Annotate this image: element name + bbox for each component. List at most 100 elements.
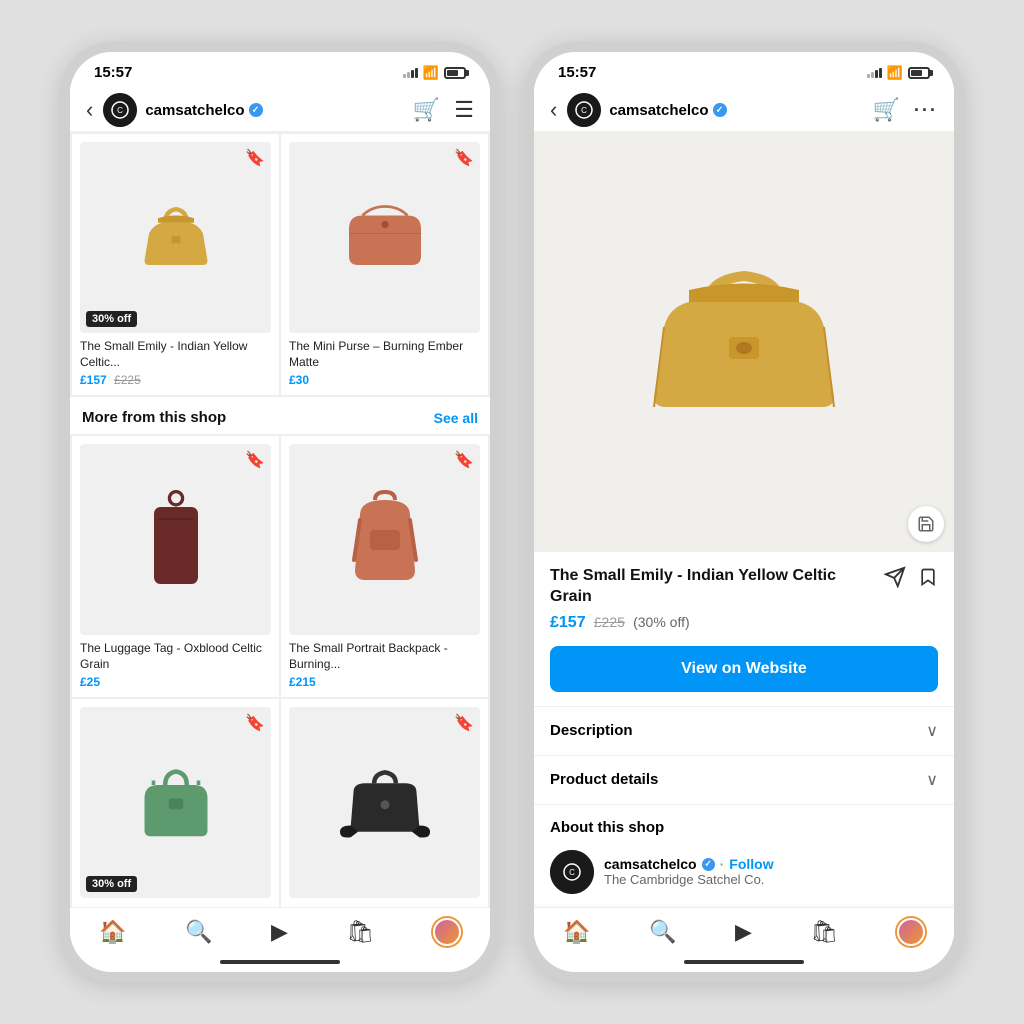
- left-phone: 15:57 📶 ‹ C: [60, 42, 500, 982]
- product-card-1[interactable]: 30% off 🔖 The Small Emily - Indian Yello…: [72, 134, 279, 395]
- follow-button[interactable]: Follow: [729, 856, 773, 872]
- product-image-4: [289, 444, 480, 635]
- nav-profile-right[interactable]: [897, 918, 925, 946]
- view-website-button[interactable]: View on Website: [550, 646, 938, 692]
- product-price-2: £30: [289, 373, 480, 387]
- verified-badge-left: [249, 103, 263, 117]
- detail-info: The Small Emily - Indian Yellow Celtic G…: [534, 552, 954, 706]
- product-details-section: Product details ∨: [534, 755, 954, 804]
- shop-name-row: camsatchelco · Follow: [604, 856, 938, 872]
- product-card-6[interactable]: 🔖: [281, 699, 488, 907]
- product-image-wrap-6: 🔖: [289, 707, 480, 898]
- bottom-nav-left: 🏠 🔍 ▶ 🛍: [70, 907, 490, 952]
- shop-avatar: C: [550, 850, 594, 894]
- featured-products: 30% off 🔖 The Small Emily - Indian Yello…: [70, 132, 490, 397]
- send-icon[interactable]: [884, 566, 906, 594]
- username-right: camsatchelco: [609, 102, 872, 119]
- product-image-5: [80, 707, 271, 898]
- more-section-title: More from this shop: [82, 409, 226, 426]
- nav-shop-right[interactable]: 🛍: [810, 919, 838, 945]
- nav-actions-right: 🛒 ···: [873, 97, 938, 123]
- shop-row: C camsatchelco · Follow The Cambridge Sa…: [534, 836, 954, 904]
- bookmark-icon-3[interactable]: 🔖: [245, 450, 265, 470]
- bookmark-icon-4[interactable]: 🔖: [454, 450, 474, 470]
- screenshot-container: 15:57 📶 ‹ C: [0, 0, 1024, 1024]
- nav-actions-left: 🛒 ☰: [413, 97, 474, 123]
- nav-home-left[interactable]: 🏠: [99, 919, 126, 945]
- discount-badge-5: 30% off: [86, 876, 137, 892]
- nav-bar-left: ‹ C camsatchelco 🛒 ☰: [70, 85, 490, 132]
- description-section-header[interactable]: Description ∨: [550, 721, 938, 741]
- nav-shop-left[interactable]: 🛍: [346, 919, 374, 945]
- product-details-chevron: ∨: [926, 770, 938, 790]
- luggage-tag-svg: [141, 485, 211, 595]
- product-name-2: The Mini Purse – Burning Ember Matte: [289, 339, 480, 370]
- bookmark-icon-2[interactable]: 🔖: [454, 148, 474, 168]
- svg-text:C: C: [117, 106, 123, 115]
- about-shop-section: About this shop: [534, 804, 954, 836]
- svg-text:C: C: [581, 106, 587, 115]
- time-right: 15:57: [558, 64, 596, 81]
- detail-price-current: £157: [550, 614, 586, 631]
- verified-badge-right: [713, 103, 727, 117]
- product-image-wrap-5: 30% off 🔖: [80, 707, 271, 898]
- detail-price-original: £225: [594, 614, 625, 630]
- svg-text:C: C: [569, 868, 575, 877]
- product-card-3[interactable]: 🔖 The Luggage Tag - Oxblood Celtic Grain…: [72, 436, 279, 697]
- nav-reels-left[interactable]: ▶: [271, 919, 288, 945]
- product-image-3: [80, 444, 271, 635]
- product-image-2: [289, 142, 480, 333]
- left-content: 30% off 🔖 The Small Emily - Indian Yello…: [70, 132, 490, 907]
- cart-icon-right[interactable]: 🛒: [873, 97, 900, 123]
- battery-icon: [444, 67, 466, 79]
- nav-home-right[interactable]: 🏠: [563, 919, 590, 945]
- see-all-button[interactable]: See all: [434, 410, 478, 426]
- username-left: camsatchelco: [145, 102, 413, 119]
- bookmark-icon-5[interactable]: 🔖: [245, 713, 265, 733]
- more-section-header: More from this shop See all: [70, 397, 490, 434]
- more-icon-right[interactable]: ···: [914, 100, 938, 121]
- about-shop-header: About this shop: [550, 819, 938, 836]
- nav-profile-left[interactable]: [433, 918, 461, 946]
- back-button-left[interactable]: ‹: [86, 97, 93, 123]
- status-bar-right: 15:57 📶: [534, 52, 954, 85]
- save-product-button[interactable]: [908, 506, 944, 542]
- profile-avatar-thumb-left: [433, 918, 461, 946]
- nav-search-left[interactable]: 🔍: [185, 919, 212, 945]
- discount-badge-1: 30% off: [86, 311, 137, 327]
- back-button-right[interactable]: ‹: [550, 97, 557, 123]
- time-left: 15:57: [94, 64, 132, 81]
- product-price-3: £25: [80, 675, 271, 689]
- shop-verified-badge: [702, 858, 715, 871]
- product-card-5[interactable]: 30% off 🔖: [72, 699, 279, 907]
- discount-label: (30% off): [633, 614, 690, 630]
- product-image-wrap-2: 🔖: [289, 142, 480, 333]
- bookmark-icon-6[interactable]: 🔖: [454, 713, 474, 733]
- cart-icon-left[interactable]: 🛒: [413, 97, 440, 123]
- nav-search-right[interactable]: 🔍: [649, 919, 676, 945]
- more-products: 🔖 The Luggage Tag - Oxblood Celtic Grain…: [70, 434, 490, 907]
- profile-avatar-left: C: [103, 93, 137, 127]
- menu-icon-left[interactable]: ☰: [454, 97, 474, 123]
- profile-avatar-thumb-right: [897, 918, 925, 946]
- about-shop-title: About this shop: [550, 819, 664, 836]
- status-icons-left: 📶: [403, 65, 466, 81]
- product-image-1: [80, 142, 271, 333]
- backpack-svg: [340, 490, 430, 590]
- product-card-4[interactable]: 🔖 The Small Portrait Backpack - Burning.…: [281, 436, 488, 697]
- signal-icon-right: [867, 68, 882, 78]
- wifi-icon: 📶: [423, 65, 439, 81]
- product-price-1: £157 £225: [80, 373, 271, 387]
- product-name-4: The Small Portrait Backpack - Burning...: [289, 641, 480, 672]
- product-card-2[interactable]: 🔖 The Mini Purse – Burning Ember Matte £…: [281, 134, 488, 395]
- bookmark-icon-1[interactable]: 🔖: [245, 148, 265, 168]
- black-bag-svg: [340, 763, 430, 843]
- main-product-image: [534, 132, 954, 552]
- product-details-header[interactable]: Product details ∨: [550, 770, 938, 790]
- nav-reels-right[interactable]: ▶: [735, 919, 752, 945]
- product-price-4: £215: [289, 675, 480, 689]
- product-name-3: The Luggage Tag - Oxblood Celtic Grain: [80, 641, 271, 672]
- description-title: Description: [550, 722, 633, 739]
- bookmark-icon-detail[interactable]: [918, 566, 938, 594]
- product-image-6: [289, 707, 480, 898]
